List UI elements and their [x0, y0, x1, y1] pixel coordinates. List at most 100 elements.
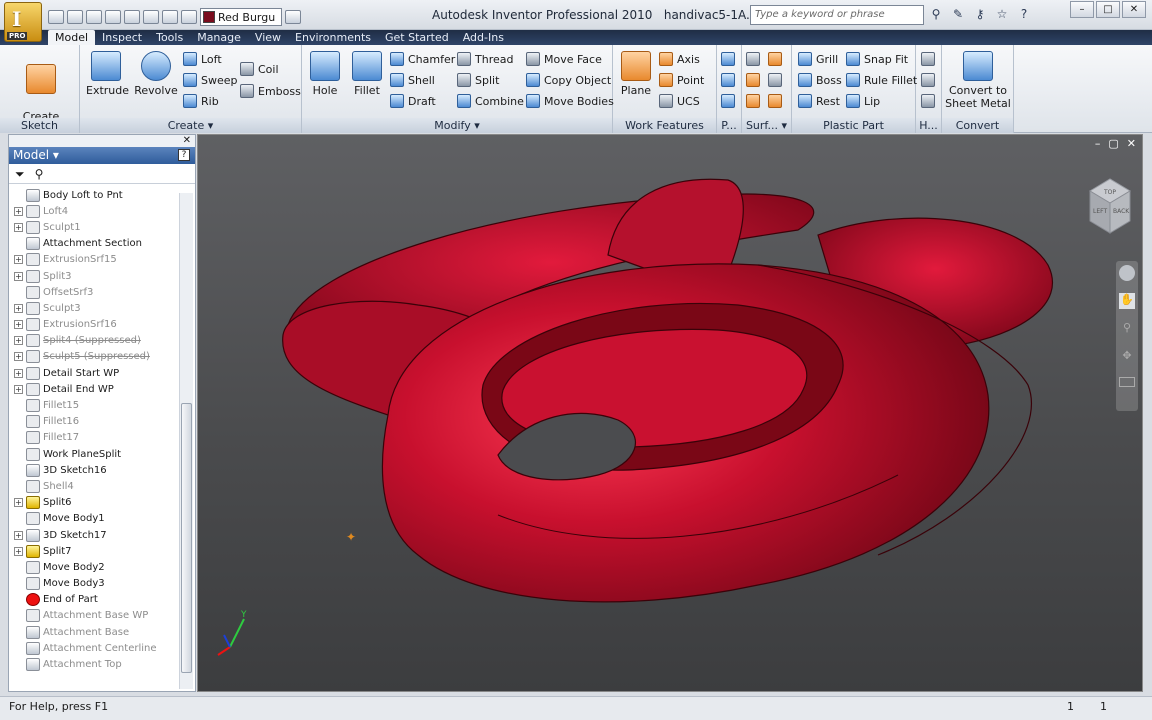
grill-button[interactable]: Grill [798, 50, 838, 68]
mirror-button[interactable] [721, 92, 735, 110]
tree-item[interactable]: Fillet16 [9, 414, 177, 430]
binoculars-icon[interactable]: ⚲ [35, 167, 44, 181]
thread-button[interactable]: Thread [457, 50, 513, 68]
tab-inspect[interactable]: Inspect [95, 30, 149, 45]
panel-label-modify[interactable]: Modify ▾ [302, 118, 612, 133]
panel-label-surface[interactable]: Surf... ▾ [742, 118, 791, 133]
browser-header[interactable]: Model ▾? [9, 147, 195, 164]
sculpt-button[interactable] [746, 71, 760, 89]
tree-item[interactable]: Fillet17 [9, 430, 177, 446]
rest-button[interactable]: Rest [798, 92, 840, 110]
look-at-icon[interactable] [1119, 377, 1135, 387]
expand-toggle[interactable]: + [14, 498, 23, 508]
tree-item[interactable]: Move Body2 [9, 559, 177, 575]
steering-wheel-icon[interactable] [1119, 265, 1135, 281]
expand-toggle[interactable]: + [14, 320, 23, 330]
help-icon[interactable]: ? [1016, 7, 1032, 23]
redo-icon[interactable] [124, 10, 140, 24]
emboss-button[interactable]: Emboss [240, 82, 301, 100]
tree-item[interactable]: + Split7 [9, 543, 177, 559]
patch-button[interactable] [746, 92, 760, 110]
star-icon[interactable]: ☆ [994, 7, 1010, 23]
tree-item[interactable]: Move Body3 [9, 576, 177, 592]
harness-2-button[interactable] [921, 71, 935, 89]
coil-button[interactable]: Coil [240, 60, 279, 78]
split-button[interactable]: Split [457, 71, 499, 89]
minimize-button[interactable]: – [1070, 1, 1094, 18]
undo-icon[interactable] [105, 10, 121, 24]
combine-button[interactable]: Combine [457, 92, 524, 110]
return-icon[interactable] [143, 10, 159, 24]
move-bodies-button[interactable]: Move Bodies [526, 92, 614, 110]
update-icon[interactable] [181, 10, 197, 24]
search-input[interactable]: Type a keyword or phrase [750, 5, 924, 25]
revolve-button[interactable]: Revolve [134, 51, 178, 97]
extrude-button[interactable]: Extrude [86, 51, 129, 97]
expand-toggle[interactable]: + [14, 222, 23, 232]
harness-1-button[interactable] [921, 50, 935, 68]
tree-item[interactable]: + Split3 [9, 268, 177, 284]
browser-close-button[interactable]: ✕ [9, 135, 195, 147]
handivac-part-body[interactable] [282, 178, 1054, 603]
save-icon[interactable] [86, 10, 102, 24]
select-icon[interactable] [162, 10, 178, 24]
pan-icon[interactable]: ✋ [1119, 293, 1135, 309]
tree-item[interactable]: Body Loft to Pnt [9, 187, 177, 203]
convert-to-sheet-metal-button[interactable]: Convert to Sheet Metal [944, 51, 1012, 110]
shell-button[interactable]: Shell [390, 71, 435, 89]
expand-toggle[interactable]: + [14, 546, 23, 556]
rule-fillet-button[interactable]: Rule Fillet [846, 71, 917, 89]
tree-item[interactable]: + Sculpt3 [9, 300, 177, 316]
trim-button[interactable] [768, 71, 782, 89]
expand-toggle[interactable]: + [14, 271, 23, 281]
tree-item[interactable]: Attachment Base WP [9, 608, 177, 624]
material-select[interactable]: Red Burgu [200, 8, 282, 26]
tab-view[interactable]: View [248, 30, 288, 45]
expand-toggle[interactable]: + [14, 255, 23, 265]
harness-3-button[interactable] [921, 92, 935, 110]
tree-item[interactable]: + Detail Start WP [9, 365, 177, 381]
tab-model[interactable]: Model [48, 30, 96, 45]
pattern-circ-button[interactable] [721, 71, 735, 89]
tree-item[interactable]: + Split6 [9, 495, 177, 511]
orbit-icon[interactable]: ✥ [1119, 349, 1135, 365]
tab-tools[interactable]: Tools [149, 30, 190, 45]
pattern-rect-button[interactable] [721, 50, 735, 68]
draft-button[interactable]: Draft [390, 92, 436, 110]
expand-toggle[interactable]: + [14, 336, 23, 346]
tree-item[interactable]: + ExtrusionSrf15 [9, 252, 177, 268]
open-icon[interactable] [67, 10, 83, 24]
key-icon[interactable]: ⚷ [972, 7, 988, 23]
chamfer-button[interactable]: Chamfer [390, 50, 455, 68]
sweep-button[interactable]: Sweep [183, 71, 238, 89]
scrollbar-thumb[interactable] [181, 403, 192, 673]
panel-label-create[interactable]: Create ▾ [80, 118, 301, 133]
tree-item[interactable]: + Sculpt5 (Suppressed) [9, 349, 177, 365]
expand-toggle[interactable]: + [14, 303, 23, 313]
lip-button[interactable]: Lip [846, 92, 880, 110]
boss-button[interactable]: Boss [798, 71, 842, 89]
tree-item[interactable]: Work PlaneSplit [9, 446, 177, 462]
help-icon[interactable]: ? [178, 149, 190, 161]
tree-item[interactable]: OffsetSrf3 [9, 284, 177, 300]
plane-button[interactable]: Plane [619, 51, 653, 97]
tree-item[interactable]: + Sculpt1 [9, 219, 177, 235]
tree-item[interactable]: Attachment Section [9, 236, 177, 252]
close-button[interactable]: ✕ [1122, 1, 1146, 18]
graphics-viewport[interactable]: – ▢ ✕ ✦ LEFT BACK TOP ✋ ⚲ ✥ Y [197, 134, 1143, 692]
tab-environments[interactable]: Environments [288, 30, 378, 45]
tab-add-ins[interactable]: Add-Ins [456, 30, 511, 45]
tree-item[interactable]: Attachment Centerline [9, 640, 177, 656]
tree-item[interactable]: 3D Sketch16 [9, 462, 177, 478]
axis-button[interactable]: Axis [659, 50, 700, 68]
filter-icon[interactable]: ⏷ [15, 167, 25, 181]
tab-get-started[interactable]: Get Started [378, 30, 456, 45]
expand-toggle[interactable]: + [14, 368, 23, 378]
delete-face-button[interactable] [768, 92, 782, 110]
fillet-button[interactable]: Fillet [352, 51, 382, 97]
color-icon[interactable] [285, 10, 301, 24]
hole-button[interactable]: Hole [310, 51, 340, 97]
tree-item[interactable]: Shell4 [9, 478, 177, 494]
application-menu-button[interactable]: I PRO [4, 2, 42, 42]
tree-item[interactable]: Attachment Top [9, 656, 177, 672]
